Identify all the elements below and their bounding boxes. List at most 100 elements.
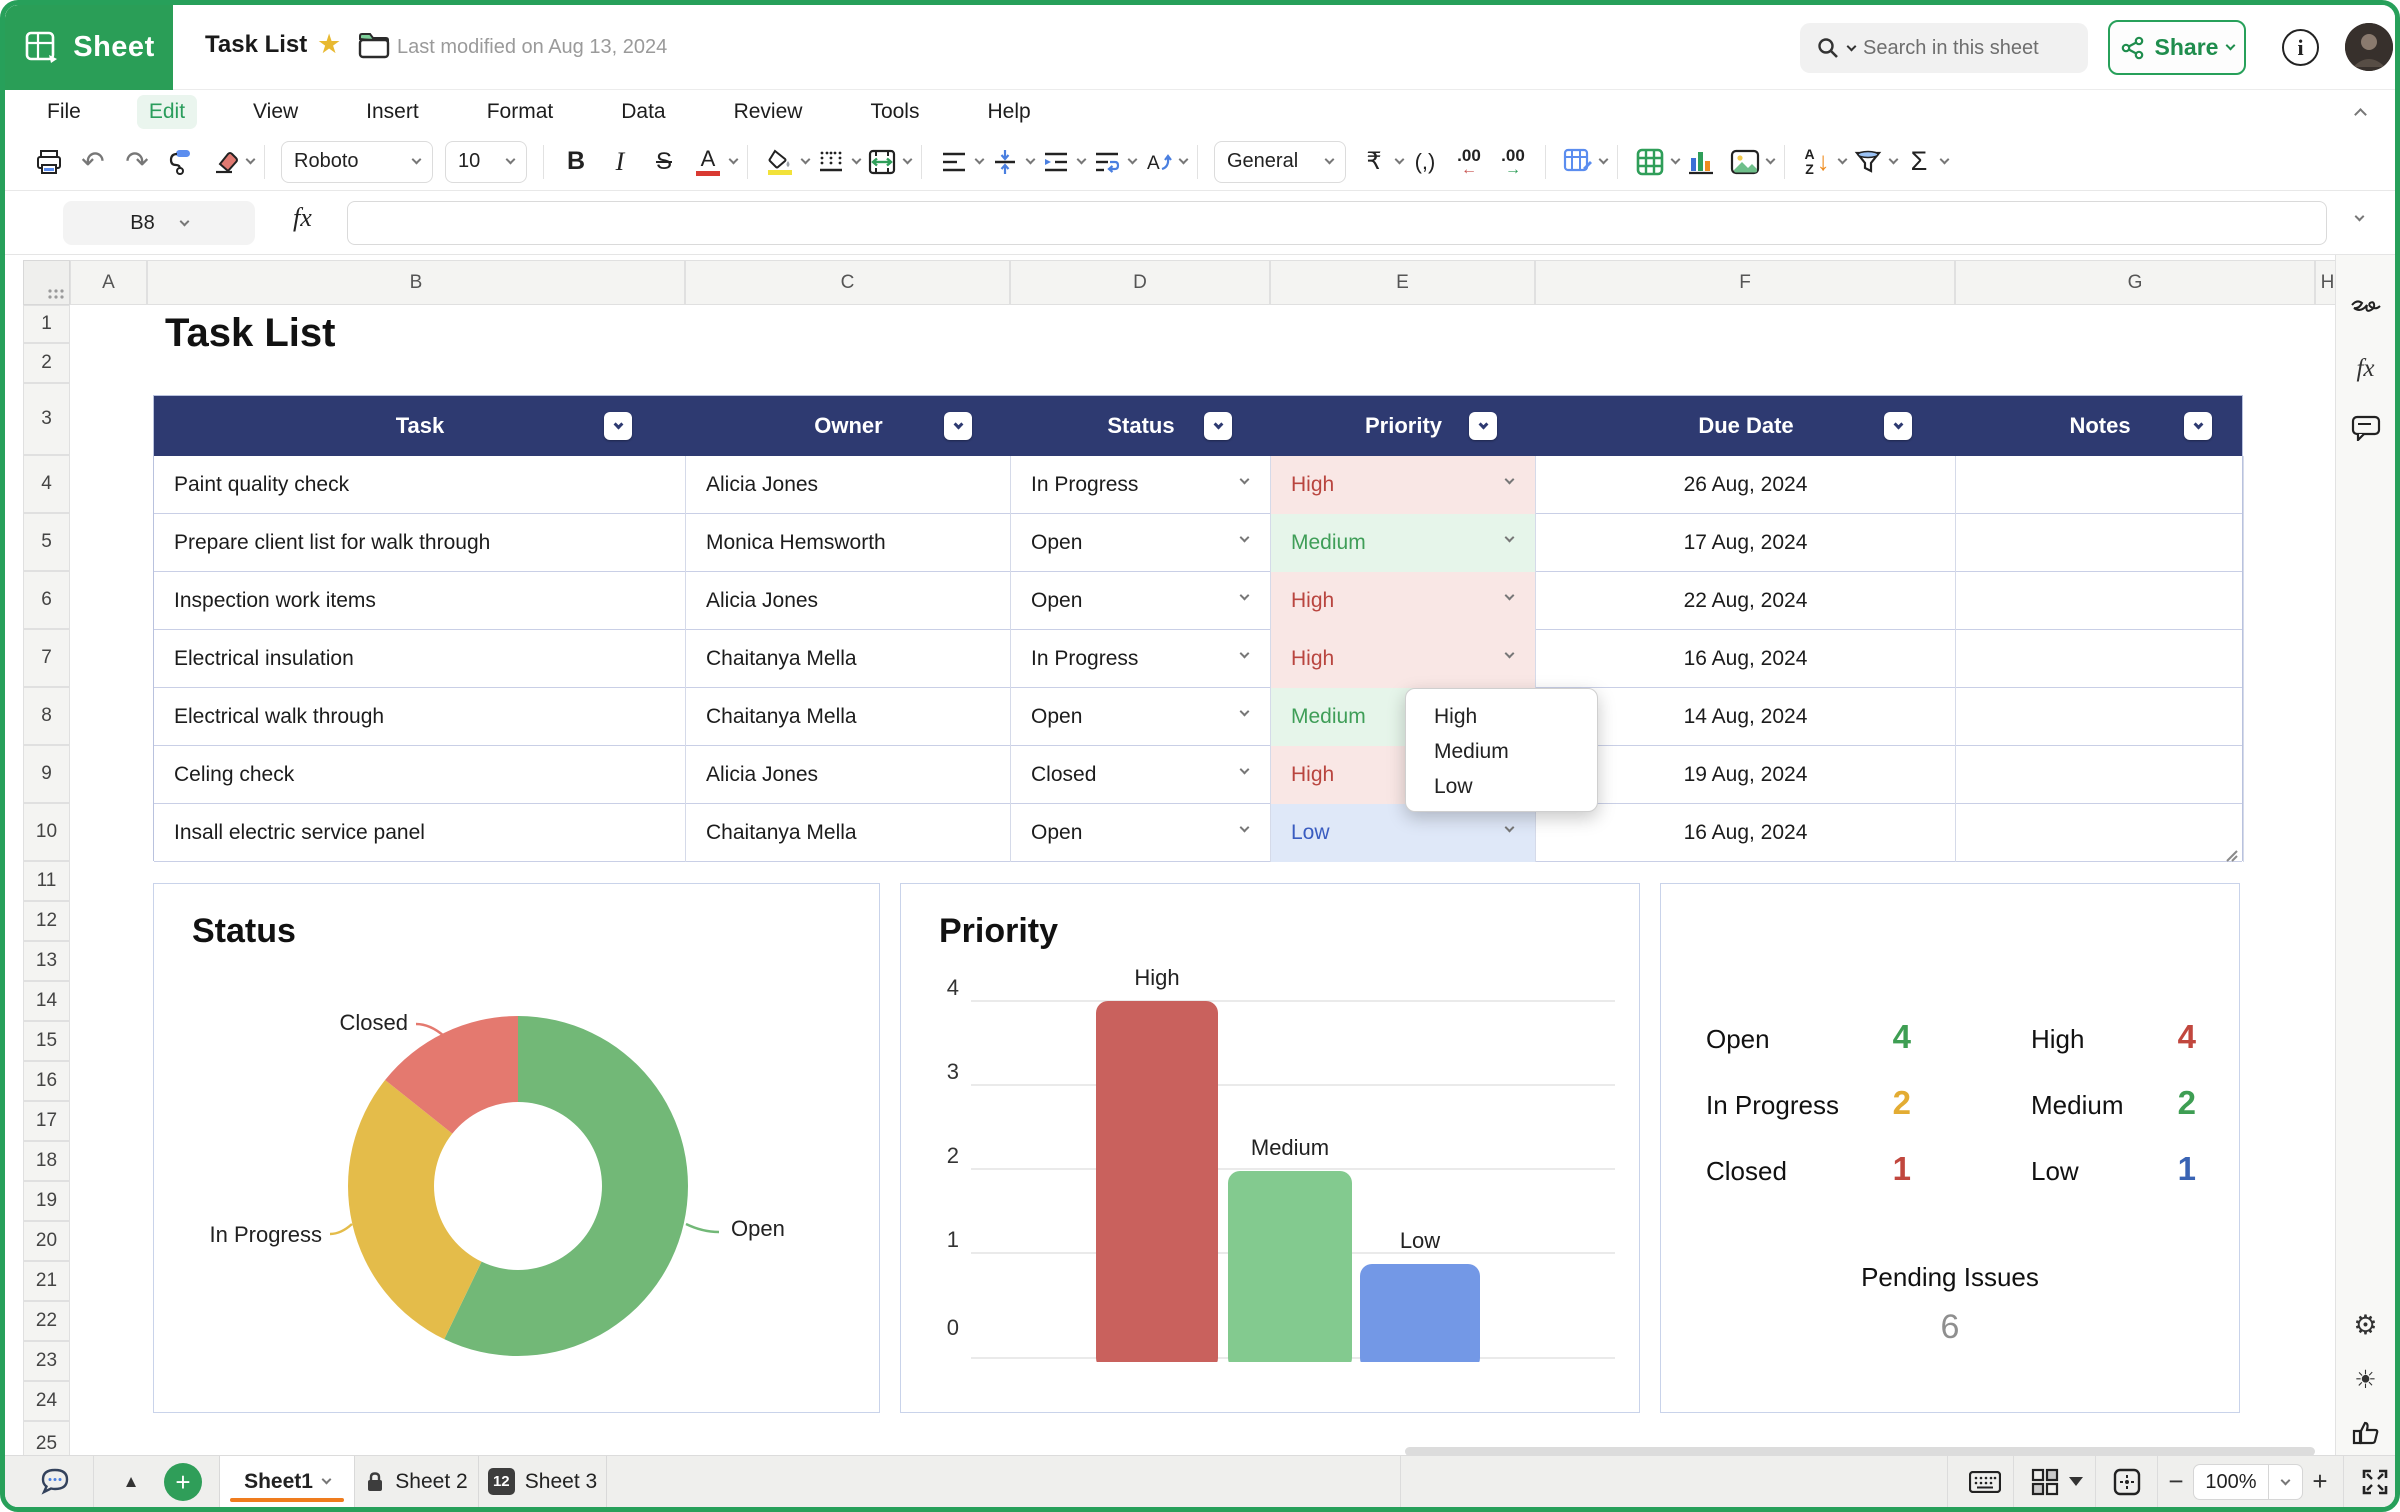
row-header-24[interactable]: 24: [23, 1381, 70, 1421]
task-cell[interactable]: Electrical walk through: [154, 688, 686, 746]
notes-cell[interactable]: [1956, 804, 2244, 862]
task-cell[interactable]: Celing check: [154, 746, 686, 804]
owner-cell[interactable]: Alicia Jones: [686, 746, 1011, 804]
horizontal-align-chevron-icon[interactable]: [975, 155, 985, 165]
status-cell[interactable]: Open: [1011, 572, 1271, 630]
cell-dropdown-chevron-icon[interactable]: [1240, 823, 1250, 833]
italic-button[interactable]: I: [602, 141, 638, 183]
row-header-4[interactable]: 4: [23, 455, 70, 513]
font-color-chevron-icon[interactable]: [729, 155, 739, 165]
format-painter-button[interactable]: [163, 141, 199, 183]
user-avatar[interactable]: [2345, 23, 2393, 71]
sort-chevron-icon[interactable]: [1838, 155, 1848, 165]
filter-chevron-icon[interactable]: [1889, 155, 1899, 165]
owner-cell[interactable]: Alicia Jones: [686, 456, 1011, 514]
dropdown-option-high[interactable]: High: [1434, 699, 1597, 734]
search-scope-chevron-icon[interactable]: [1847, 41, 1857, 51]
eraser-button[interactable]: [207, 141, 243, 183]
zoom-level-chevron-icon[interactable]: [2269, 1464, 2303, 1500]
due-date-cell[interactable]: 14 Aug, 2024: [1536, 688, 1956, 746]
spreadsheet-canvas[interactable]: ABCDEFGH 1234567891011121314151617181920…: [5, 255, 2340, 1467]
priority-cell[interactable]: High: [1271, 630, 1536, 688]
row-header-21[interactable]: 21: [23, 1261, 70, 1301]
row-header-7[interactable]: 7: [23, 629, 70, 687]
row-header-6[interactable]: 6: [23, 571, 70, 629]
menu-item-file[interactable]: File: [35, 95, 93, 129]
priority-cell[interactable]: High: [1271, 456, 1536, 514]
row-header-17[interactable]: 17: [23, 1101, 70, 1141]
cell-dropdown-chevron-icon[interactable]: [1240, 765, 1250, 775]
indent-chevron-icon[interactable]: [1077, 155, 1087, 165]
strikethrough-button[interactable]: S: [646, 141, 682, 183]
row-header-9[interactable]: 9: [23, 745, 70, 803]
menu-item-format[interactable]: Format: [475, 95, 566, 129]
comments-panel-icon[interactable]: [2336, 415, 2395, 441]
menu-item-tools[interactable]: Tools: [858, 95, 931, 129]
search-input[interactable]: Search in this sheet: [1800, 23, 2088, 73]
insert-image-button[interactable]: [1727, 141, 1763, 183]
tab-sheet2[interactable]: Sheet 2: [355, 1456, 479, 1507]
font-size-select[interactable]: 10: [445, 141, 527, 183]
owner-cell[interactable]: Monica Hemsworth: [686, 514, 1011, 572]
due-date-cell[interactable]: 19 Aug, 2024: [1536, 746, 1956, 804]
comma-format-button[interactable]: (,): [1407, 141, 1443, 183]
view-layout-caret-icon[interactable]: [2063, 1456, 2089, 1507]
sum-chevron-icon[interactable]: [1940, 155, 1950, 165]
merge-cells-button[interactable]: [864, 141, 900, 183]
borders-chevron-icon[interactable]: [852, 155, 862, 165]
due-date-cell[interactable]: 16 Aug, 2024: [1536, 804, 1956, 862]
insert-chart-button[interactable]: [1683, 141, 1719, 183]
menu-item-review[interactable]: Review: [722, 95, 815, 129]
favorite-star-icon[interactable]: ★: [317, 29, 341, 60]
insert-image-chevron-icon[interactable]: [1766, 155, 1776, 165]
notes-cell[interactable]: [1956, 746, 2244, 804]
row-header-19[interactable]: 19: [23, 1181, 70, 1221]
row-header-22[interactable]: 22: [23, 1301, 70, 1341]
decrease-decimal-button[interactable]: .00←: [1451, 141, 1487, 183]
status-cell[interactable]: Closed: [1011, 746, 1271, 804]
due-date-cell[interactable]: 22 Aug, 2024: [1536, 572, 1956, 630]
number-format-select[interactable]: General: [1214, 141, 1346, 183]
status-cell[interactable]: Open: [1011, 514, 1271, 572]
priority-chart-panel[interactable]: Priority 43210HighMediumLow: [900, 883, 1640, 1413]
view-layout-button[interactable]: [2021, 1456, 2069, 1507]
notes-cell[interactable]: [1956, 630, 2244, 688]
row-header-1[interactable]: 1: [23, 305, 70, 343]
row-header-15[interactable]: 15: [23, 1021, 70, 1061]
text-rotate-chevron-icon[interactable]: [1179, 155, 1189, 165]
formula-bar-expand-chevron-icon[interactable]: [2355, 212, 2365, 222]
owner-cell[interactable]: Alicia Jones: [686, 572, 1011, 630]
cell-dropdown-chevron-icon[interactable]: [1240, 475, 1250, 485]
comments-button[interactable]: [19, 1456, 91, 1507]
row-header-18[interactable]: 18: [23, 1141, 70, 1181]
info-button[interactable]: i: [2282, 29, 2319, 66]
sheet-title-cell[interactable]: Task List: [165, 311, 335, 356]
row-header-13[interactable]: 13: [23, 941, 70, 981]
status-chart-panel[interactable]: Status OpenIn ProgressClosed: [153, 883, 880, 1413]
row-header-2[interactable]: 2: [23, 343, 70, 383]
increase-decimal-button[interactable]: .00→: [1495, 141, 1531, 183]
borders-button[interactable]: [813, 141, 849, 183]
insert-table-button[interactable]: [1632, 141, 1668, 183]
cell-dropdown-chevron-icon[interactable]: [1505, 475, 1515, 485]
cell-dropdown-chevron-icon[interactable]: [1505, 533, 1515, 543]
merge-chevron-icon[interactable]: [903, 155, 913, 165]
insert-table-chevron-icon[interactable]: [1671, 155, 1681, 165]
column-header-F[interactable]: F: [1535, 260, 1955, 305]
menu-item-data[interactable]: Data: [609, 95, 677, 129]
cell-dropdown-chevron-icon[interactable]: [1240, 533, 1250, 543]
font-color-button[interactable]: A: [690, 141, 726, 183]
row-header-20[interactable]: 20: [23, 1221, 70, 1261]
zia-assistant-icon[interactable]: [2336, 295, 2395, 321]
row-header-14[interactable]: 14: [23, 981, 70, 1021]
theme-brightness-icon[interactable]: ☀: [2336, 1365, 2395, 1395]
filter-dropdown-button[interactable]: [944, 412, 972, 440]
row-header-23[interactable]: 23: [23, 1341, 70, 1381]
row-header-5[interactable]: 5: [23, 513, 70, 571]
priority-cell[interactable]: Low: [1271, 804, 1536, 862]
menu-item-help[interactable]: Help: [975, 95, 1042, 129]
add-sheet-button[interactable]: +: [157, 1456, 209, 1507]
cell-dropdown-chevron-icon[interactable]: [1505, 823, 1515, 833]
status-cell[interactable]: Open: [1011, 804, 1271, 862]
redo-button[interactable]: ↷: [119, 141, 155, 183]
